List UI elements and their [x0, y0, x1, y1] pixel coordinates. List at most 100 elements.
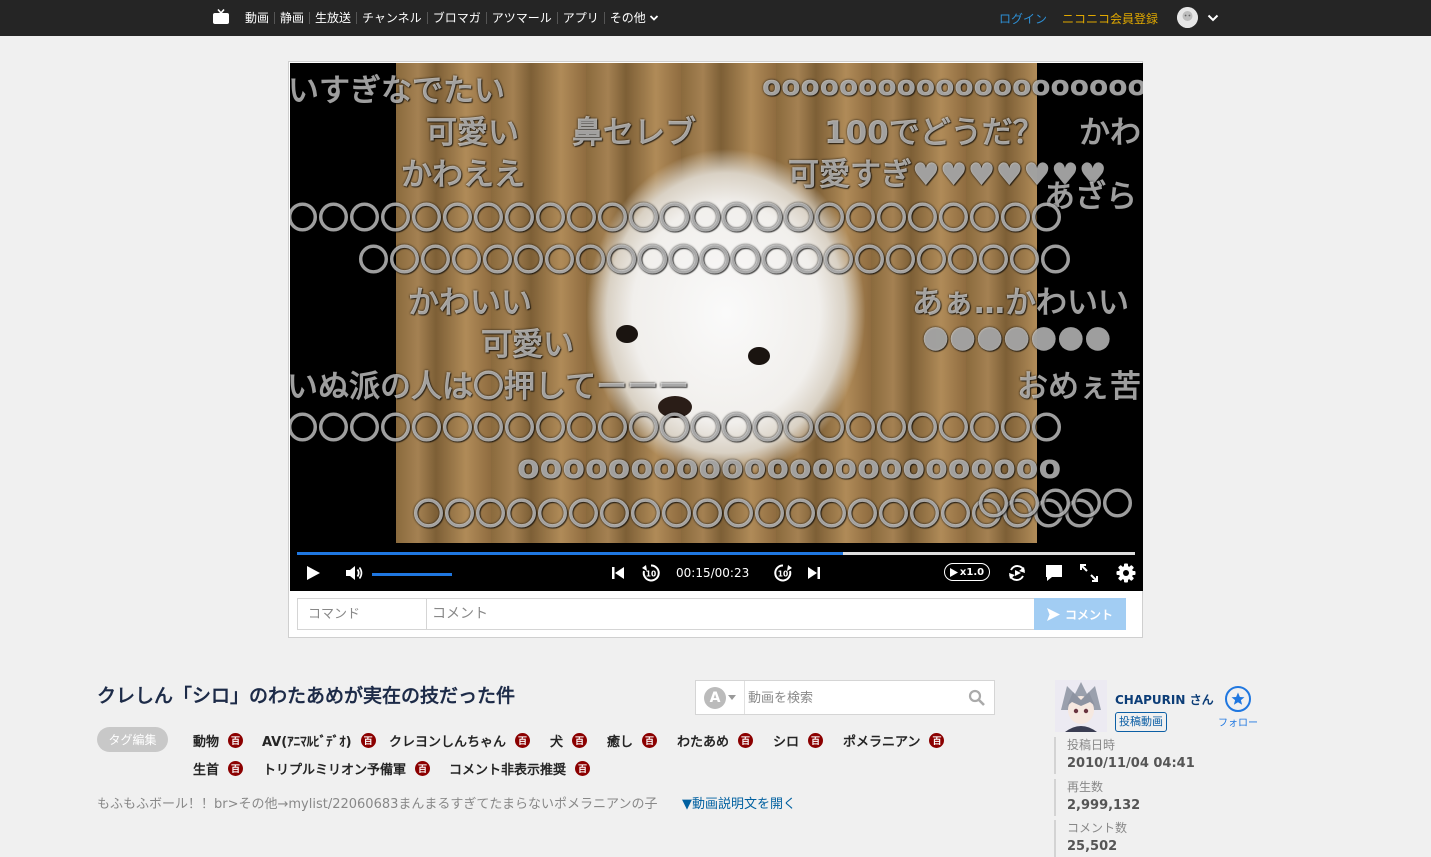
stat-comments: コメント数 25,502 [1054, 820, 1127, 857]
caret-down-icon [728, 694, 736, 700]
comment: 〇〇〇〇〇〇〇〇〇〇〇〇〇〇〇〇〇〇〇〇〇〇〇〇〇 [290, 411, 1062, 447]
loop-icon[interactable] [1007, 563, 1027, 583]
puppy-right-eye [748, 347, 770, 365]
comment: 可愛い [426, 115, 519, 151]
register-link[interactable]: ニコニコ会員登録 [1062, 10, 1158, 27]
stat-comments-label: コメント数 [1067, 821, 1128, 835]
stat-comments-value: 25,502 [1067, 839, 1118, 854]
comment-submit-label: コメント [1064, 607, 1113, 622]
tag-edit-button[interactable]: タグ編集 [97, 727, 168, 752]
comment: 可愛い [481, 327, 574, 363]
dictionary-icon[interactable]: 百 [360, 733, 376, 748]
follow-label: フォロー [1218, 718, 1258, 729]
top-nav: 動画 静画 生放送 チャンネル ブロマガ アツマール アプリ その他 ログイン … [0, 0, 1431, 36]
tag-label: AV(ｱﾆﾏﾙﾋﾞﾃﾞｵ) [262, 735, 352, 750]
comment: おめぇ苦 [1017, 369, 1141, 405]
video-search: A [695, 680, 995, 715]
dictionary-icon[interactable]: 百 [415, 761, 431, 776]
stat-views-label: 再生数 [1067, 780, 1104, 794]
comment-input[interactable] [426, 598, 1035, 630]
follow-star-icon [1225, 686, 1251, 712]
seek-bar[interactable] [297, 552, 1135, 555]
tag-item[interactable]: コメント非表示推奨百 [449, 759, 591, 778]
dictionary-icon[interactable]: 百 [929, 733, 945, 748]
tag-item[interactable]: クレヨンしんちゃん百 [389, 731, 531, 750]
dictionary-icon[interactable]: 百 [228, 761, 244, 776]
tag-item[interactable]: シロ百 [773, 731, 824, 750]
rewind-10-icon[interactable]: 10 [641, 563, 661, 583]
volume-icon[interactable] [344, 564, 364, 582]
fullscreen-icon[interactable] [1079, 563, 1099, 583]
nav-menu: 動画 静画 生放送 チャンネル ブロマガ アツマール アプリ その他 [245, 0, 664, 36]
dictionary-icon[interactable]: 百 [738, 733, 754, 748]
dictionary-icon[interactable]: 百 [642, 733, 658, 748]
comment-submit-button[interactable]: コメント [1034, 598, 1126, 630]
nav-item-seiga[interactable]: 静画 [274, 12, 309, 24]
tag-item[interactable]: わたあめ百 [677, 731, 754, 750]
comment-toggle-icon[interactable] [1044, 564, 1064, 582]
tag-label: 生首 [193, 763, 220, 778]
dictionary-icon[interactable]: 百 [808, 733, 824, 748]
dictionary-icon[interactable]: 百 [575, 761, 591, 776]
account-menu-chevron-icon[interactable] [1206, 11, 1220, 25]
uploader-name[interactable]: CHAPURIN さん [1115, 691, 1214, 708]
tag-item[interactable]: ポメラニアン百 [843, 731, 945, 750]
player-screen[interactable]: いすぎなでたい oooooooooooooooooooo 可愛い 鼻セレブ 10… [290, 63, 1143, 591]
nav-item-live[interactable]: 生放送 [309, 12, 356, 24]
comment: いぬ派の人は〇押してーーー [290, 369, 690, 405]
video-description: もふもふボール！！br>その他→mylist/22060683まんまるすぎてたま… [97, 797, 658, 812]
settings-gear-icon[interactable] [1116, 563, 1136, 583]
comment: いすぎなでたい [290, 73, 505, 109]
uploader-avatar[interactable] [1055, 680, 1107, 732]
skip-to-start-icon[interactable] [610, 565, 626, 581]
stat-views: 再生数 2,999,132 [1054, 779, 1140, 816]
svg-text:10: 10 [778, 570, 788, 579]
nav-item-blomaga[interactable]: ブロマガ [426, 12, 486, 24]
dictionary-icon[interactable]: 百 [572, 733, 588, 748]
nav-item-more[interactable]: その他 [603, 12, 664, 24]
tag-label: トリプルミリオン予備軍 [263, 763, 407, 778]
forward-10-icon[interactable]: 10 [773, 563, 793, 583]
nav-item-video[interactable]: 動画 [245, 12, 274, 24]
uploader-videos-link[interactable]: 投稿動画 [1115, 712, 1167, 732]
command-input[interactable] [297, 598, 427, 630]
tag-item[interactable]: 生首百 [193, 759, 244, 778]
speed-label: x1.0 [959, 566, 985, 578]
stat-posted: 投稿日時 2010/11/04 04:41 [1054, 737, 1195, 774]
send-icon [1046, 607, 1060, 621]
tag-item[interactable]: 犬百 [550, 731, 588, 750]
niconico-logo-icon[interactable] [212, 9, 230, 25]
follow-button[interactable]: フォロー [1218, 686, 1258, 729]
speed-play-icon [949, 567, 958, 577]
search-mode-toggle[interactable]: A [696, 681, 745, 714]
tag-label: 癒し [607, 735, 634, 750]
nav-item-apps[interactable]: アプリ [556, 12, 604, 24]
uploader-avatar-image [1055, 680, 1107, 732]
skip-to-end-icon[interactable] [806, 565, 822, 581]
tag-label: シロ [773, 735, 800, 750]
user-avatar[interactable] [1177, 7, 1198, 28]
tag-item[interactable]: トリプルミリオン予備軍百 [263, 759, 431, 778]
tag-item[interactable]: 癒し百 [607, 731, 658, 750]
playback-speed-button[interactable]: x1.0 [944, 563, 990, 581]
volume-slider[interactable] [372, 573, 452, 576]
play-icon[interactable] [304, 564, 322, 582]
login-link[interactable]: ログイン [999, 10, 1047, 27]
nav-item-atsumaru[interactable]: アツマール [485, 12, 557, 24]
video-player: いすぎなでたい oooooooooooooooooooo 可愛い 鼻セレブ 10… [288, 61, 1143, 638]
time-display: 00:15/00:23 [676, 566, 750, 580]
svg-text:10: 10 [646, 570, 656, 579]
volume-level [372, 573, 452, 576]
comment: 100でどうだ？ [824, 115, 1044, 151]
tag-item[interactable]: 動物百 [193, 731, 244, 750]
search-icon[interactable] [968, 689, 986, 707]
dictionary-icon[interactable]: 百 [515, 733, 531, 748]
nav-item-channel[interactable]: チャンネル [356, 12, 427, 24]
stat-posted-value: 2010/11/04 04:41 [1067, 756, 1195, 771]
tag-label: クレヨンしんちゃん [389, 735, 507, 750]
stat-posted-label: 投稿日時 [1067, 738, 1116, 752]
dictionary-icon[interactable]: 百 [228, 733, 244, 748]
tag-item[interactable]: AV(ｱﾆﾏﾙﾋﾞﾃﾞｵ) 百 [262, 731, 376, 750]
open-description-link[interactable]: ▼動画説明文を開く [682, 793, 796, 812]
search-input[interactable] [746, 684, 960, 713]
